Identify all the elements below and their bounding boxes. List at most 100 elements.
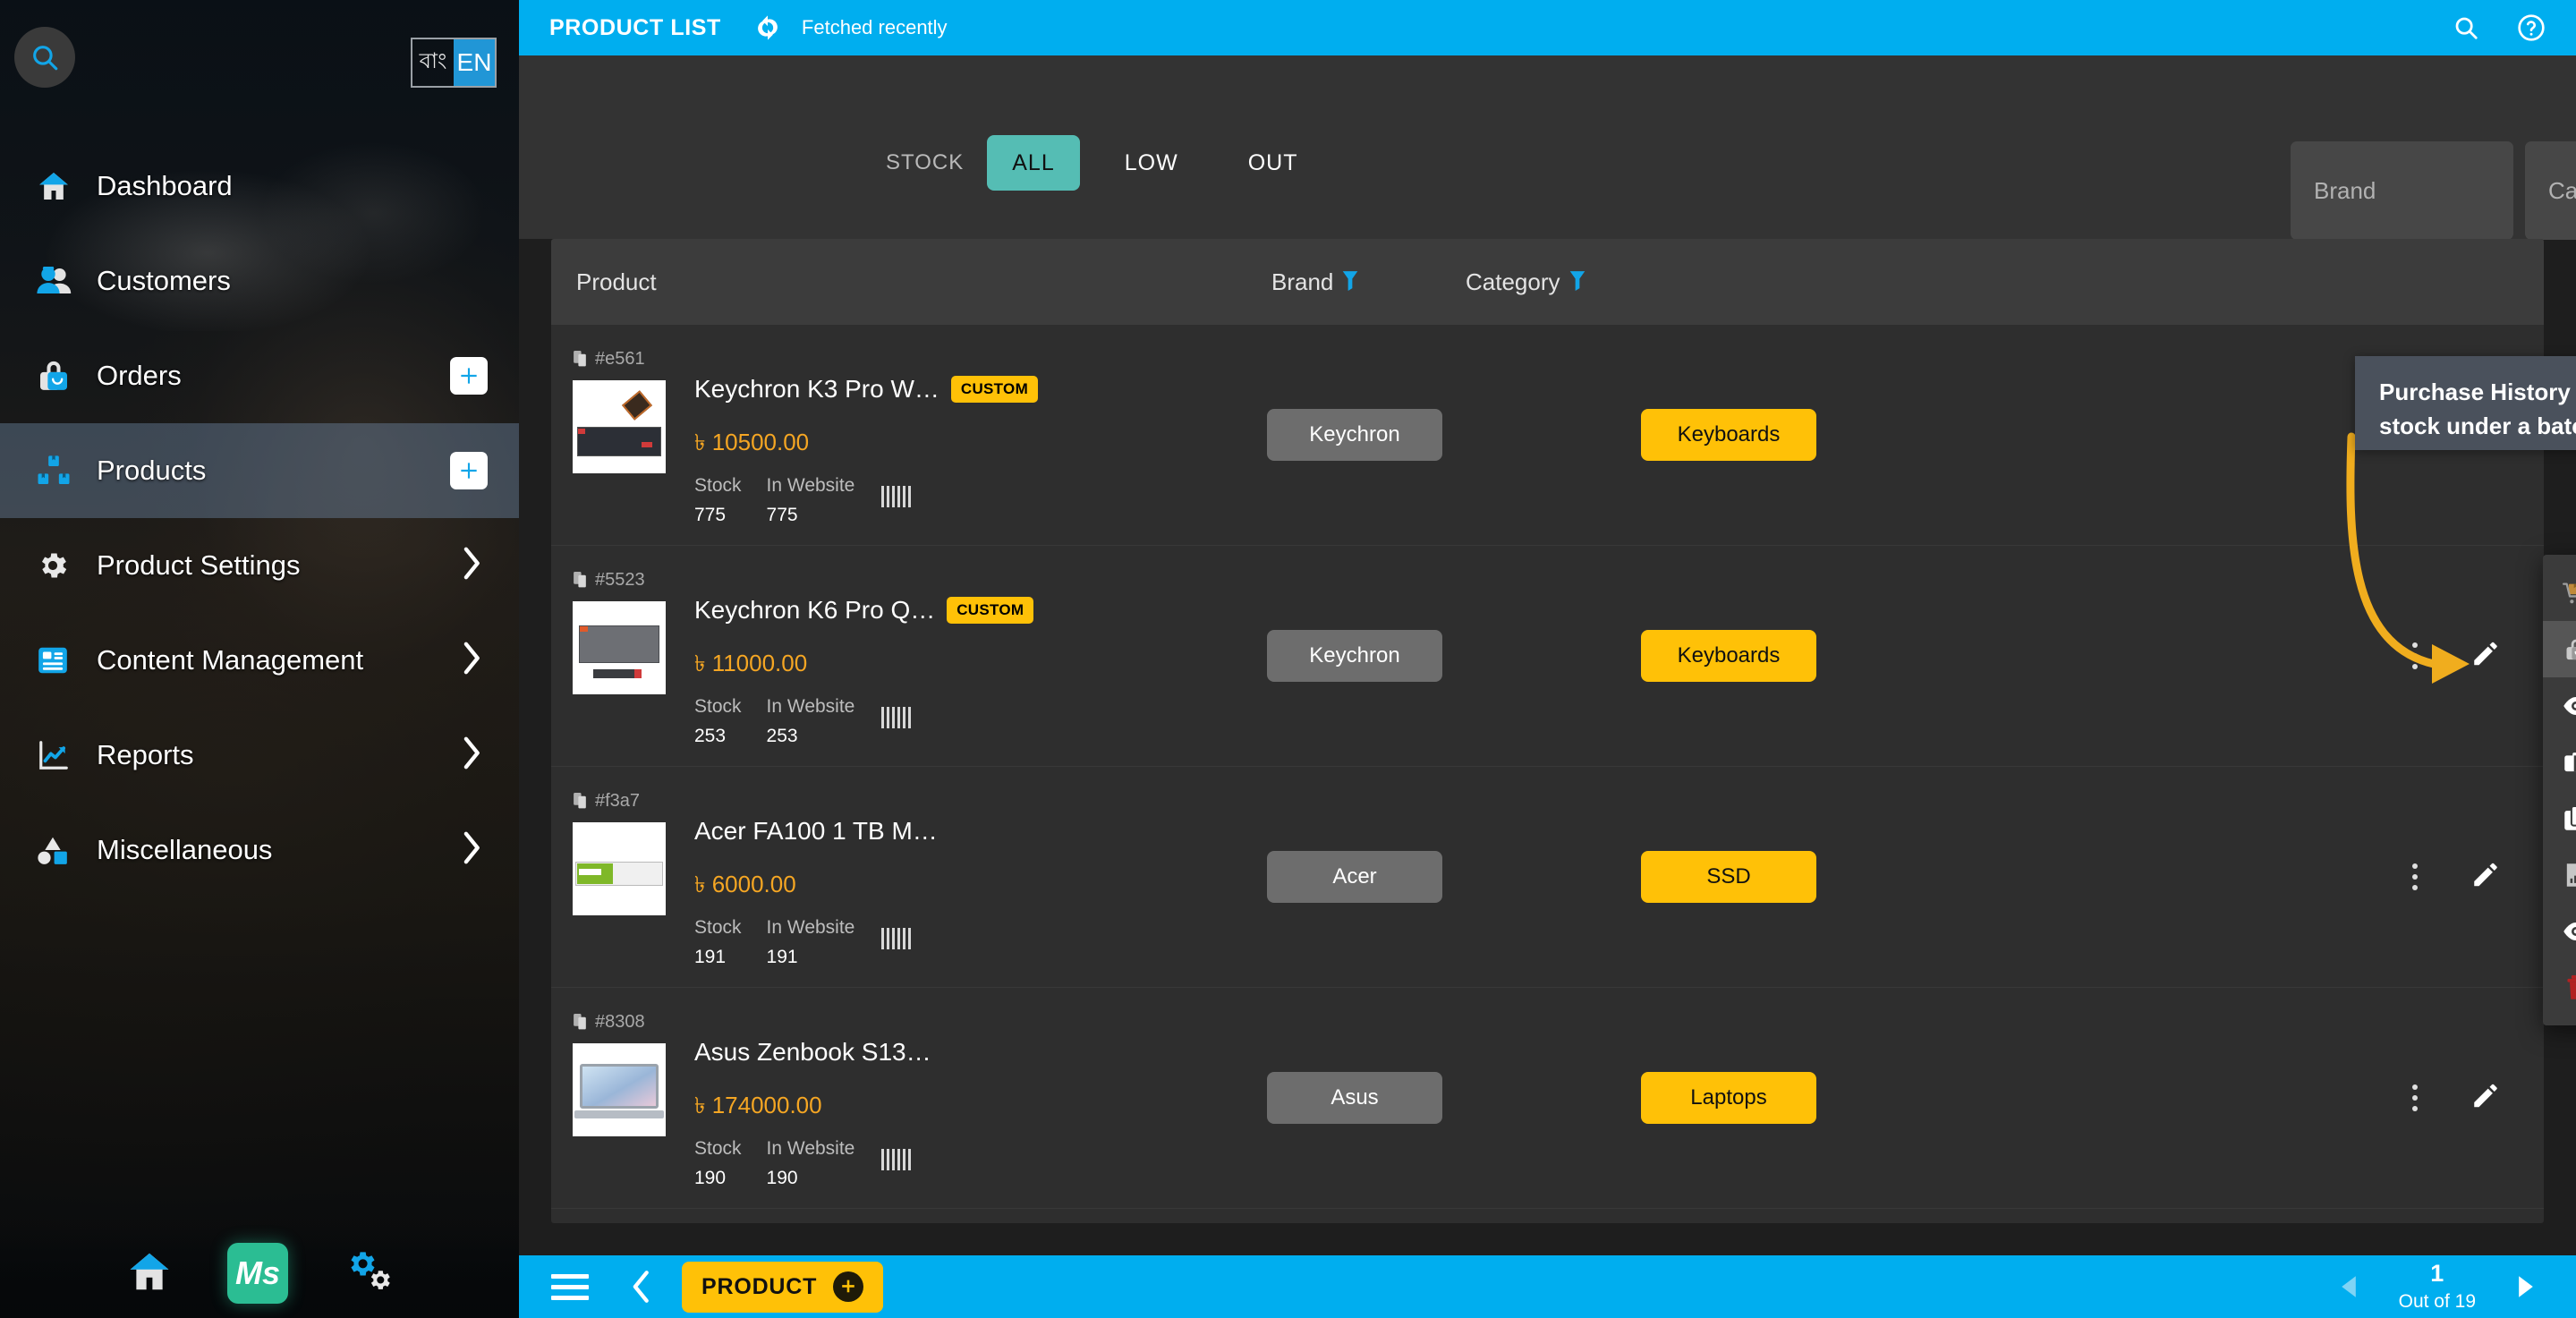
brand-filter-select[interactable]: Brand <box>2291 141 2513 240</box>
sidebar-item-label: Products <box>97 455 207 486</box>
product-thumbnail <box>573 380 666 473</box>
search-icon <box>33 46 58 71</box>
sidebar-add-product-button[interactable] <box>450 452 488 489</box>
category-filter-select[interactable]: Category <box>2525 141 2576 240</box>
brand-chip[interactable]: Acer <box>1267 851 1442 903</box>
barcode-icon[interactable] <box>881 1149 912 1170</box>
product-id-text: #5523 <box>595 570 645 590</box>
sidebar-item-label: Dashboard <box>97 170 233 201</box>
chevron-left-icon <box>633 1271 649 1303</box>
sidebar-item-content-management[interactable]: Content Management <box>0 613 519 708</box>
chevron-right-icon[interactable] <box>460 736 485 776</box>
category-chip[interactable]: Keyboards <box>1641 630 1816 682</box>
sidebar-search-button[interactable] <box>14 27 75 88</box>
app-badge[interactable]: Ms <box>227 1243 288 1304</box>
row-actions-menu-button[interactable] <box>2407 1079 2423 1117</box>
chevron-right-icon[interactable] <box>460 641 485 681</box>
edit-product-button[interactable] <box>2470 639 2501 674</box>
context-menu-item-view-report[interactable]: View Report <box>2543 846 2576 903</box>
caret-left-icon <box>2341 1276 2356 1297</box>
language-toggle[interactable]: বাং EN <box>411 38 497 88</box>
search-icon <box>2455 17 2478 39</box>
product-name: Acer FA100 1 TB M… <box>694 817 938 845</box>
keyboard-image <box>573 601 666 694</box>
table-row[interactable]: #5523 Keychron K6 Pro Q… CUSTOM ৳ 11000.… <box>551 546 2544 767</box>
barcode-icon[interactable] <box>881 707 912 728</box>
brand-chip[interactable]: Asus <box>1267 1072 1442 1124</box>
chevron-right-icon[interactable] <box>460 830 485 871</box>
prev-page-button[interactable] <box>2338 1275 2359 1298</box>
brand-filter-placeholder: Brand <box>2314 176 2376 204</box>
context-menu-item-stock-dashboard[interactable]: Stock Dashboard <box>2543 565 2576 621</box>
plus-icon <box>833 1271 864 1302</box>
gear-icon <box>36 548 84 582</box>
table-row[interactable]: #f3a7 Acer FA100 1 TB M… ৳ 6000.00 Stock <box>551 767 2544 988</box>
edit-product-button[interactable] <box>2470 1081 2501 1116</box>
row-actions-menu-button[interactable] <box>2407 858 2423 896</box>
barcode-icon[interactable] <box>881 486 912 507</box>
sidebar-item-reports[interactable]: Reports <box>0 708 519 803</box>
bottom-bar: PRODUCT 1 Out of 19 <box>519 1255 2576 1318</box>
table-row[interactable]: #0eaa <box>551 1209 2544 1223</box>
language-option-en[interactable]: EN <box>454 39 495 86</box>
topbar-search-button[interactable] <box>2453 14 2479 41</box>
ssd-image <box>573 822 666 915</box>
sidebar-item-label: Content Management <box>97 644 364 676</box>
stock-stat: Stock 775 <box>694 475 742 526</box>
stock-label: Stock <box>694 1138 742 1159</box>
table-row[interactable]: #8308 Asus Zenbook S13… ৳ 174000.00 Stoc… <box>551 988 2544 1209</box>
sidebar-add-order-button[interactable] <box>450 357 488 395</box>
context-menu-item-duplicate[interactable]: Duplicate <box>2543 790 2576 846</box>
stock-label: Stock <box>694 917 742 938</box>
language-option-bn[interactable]: বাং <box>412 39 454 86</box>
sidebar-home-button[interactable] <box>125 1247 174 1300</box>
brand-chip[interactable]: Keychron <box>1267 409 1442 461</box>
sidebar-settings-button[interactable] <box>342 1247 394 1300</box>
brand-chip[interactable]: Keychron <box>1267 630 1442 682</box>
product-id-text: #8308 <box>595 1012 645 1032</box>
price-value: 174000.00 <box>711 1092 822 1118</box>
edit-product-button[interactable] <box>2470 860 2501 895</box>
sidebar-item-customers[interactable]: Customers <box>0 234 519 328</box>
filter-icon <box>1569 271 1585 292</box>
product-id: #8308 <box>574 1012 645 1033</box>
table-row[interactable]: #e561 Keychron K3 Pro W… CUSTOM ৳ 10500.… <box>551 325 2544 546</box>
topbar-help-button[interactable] <box>2517 13 2546 42</box>
category-chip[interactable]: Laptops <box>1641 1072 1816 1124</box>
pencil-icon <box>2474 642 2497 666</box>
chevron-right-icon[interactable] <box>460 546 485 586</box>
context-menu-item-delete[interactable]: Delete <box>2543 959 2576 1016</box>
stock-filter-low[interactable]: LOW <box>1100 135 1203 191</box>
sidebar-item-label: Miscellaneous <box>97 834 273 865</box>
sidebar-item-products[interactable]: Products <box>0 423 519 518</box>
column-header-category[interactable]: Category <box>1466 268 1586 296</box>
context-menu-item-stock-purchase[interactable]: Stock Purchase <box>2543 621 2576 677</box>
sidebar-item-miscellaneous[interactable]: Miscellaneous <box>0 803 519 897</box>
sidebar-item-orders[interactable]: Orders <box>0 328 519 423</box>
price-value: 10500.00 <box>711 429 810 455</box>
stock-filter-all[interactable]: ALL <box>987 135 1080 191</box>
stock-filter-out[interactable]: OUT <box>1223 135 1323 191</box>
column-header-brand[interactable]: Brand <box>1271 268 1359 296</box>
currency-symbol: ৳ <box>694 1093 706 1118</box>
context-menu-item-view[interactable]: View <box>2543 677 2576 734</box>
category-chip[interactable]: SSD <box>1641 851 1816 903</box>
row-actions-menu-button[interactable] <box>2407 637 2423 675</box>
sidebar-item-dashboard[interactable]: Dashboard <box>0 139 519 234</box>
next-page-button[interactable] <box>2515 1275 2537 1298</box>
gears-icon <box>351 1251 390 1289</box>
sidebar-item-product-settings[interactable]: Product Settings <box>0 518 519 613</box>
stock-filter-group: STOCK ALL LOW OUT <box>886 135 1342 191</box>
barcode-icon[interactable] <box>881 928 912 949</box>
filter-icon <box>1343 271 1358 292</box>
context-menu-item-manage-batches[interactable]: Manage Batches <box>2543 734 2576 790</box>
back-button[interactable] <box>630 1269 653 1305</box>
stock-label: Stock <box>694 475 742 496</box>
column-header-category-label: Category <box>1466 268 1560 295</box>
callout-text: Purchase History can be viewed after pur… <box>2379 378 2576 439</box>
menu-toggle-button[interactable] <box>551 1273 589 1300</box>
add-product-button[interactable]: PRODUCT <box>682 1261 884 1313</box>
context-menu-item-purchase-history[interactable]: Purchase History <box>2543 903 2576 959</box>
category-chip[interactable]: Keyboards <box>1641 409 1816 461</box>
refresh-button[interactable] <box>753 13 782 42</box>
